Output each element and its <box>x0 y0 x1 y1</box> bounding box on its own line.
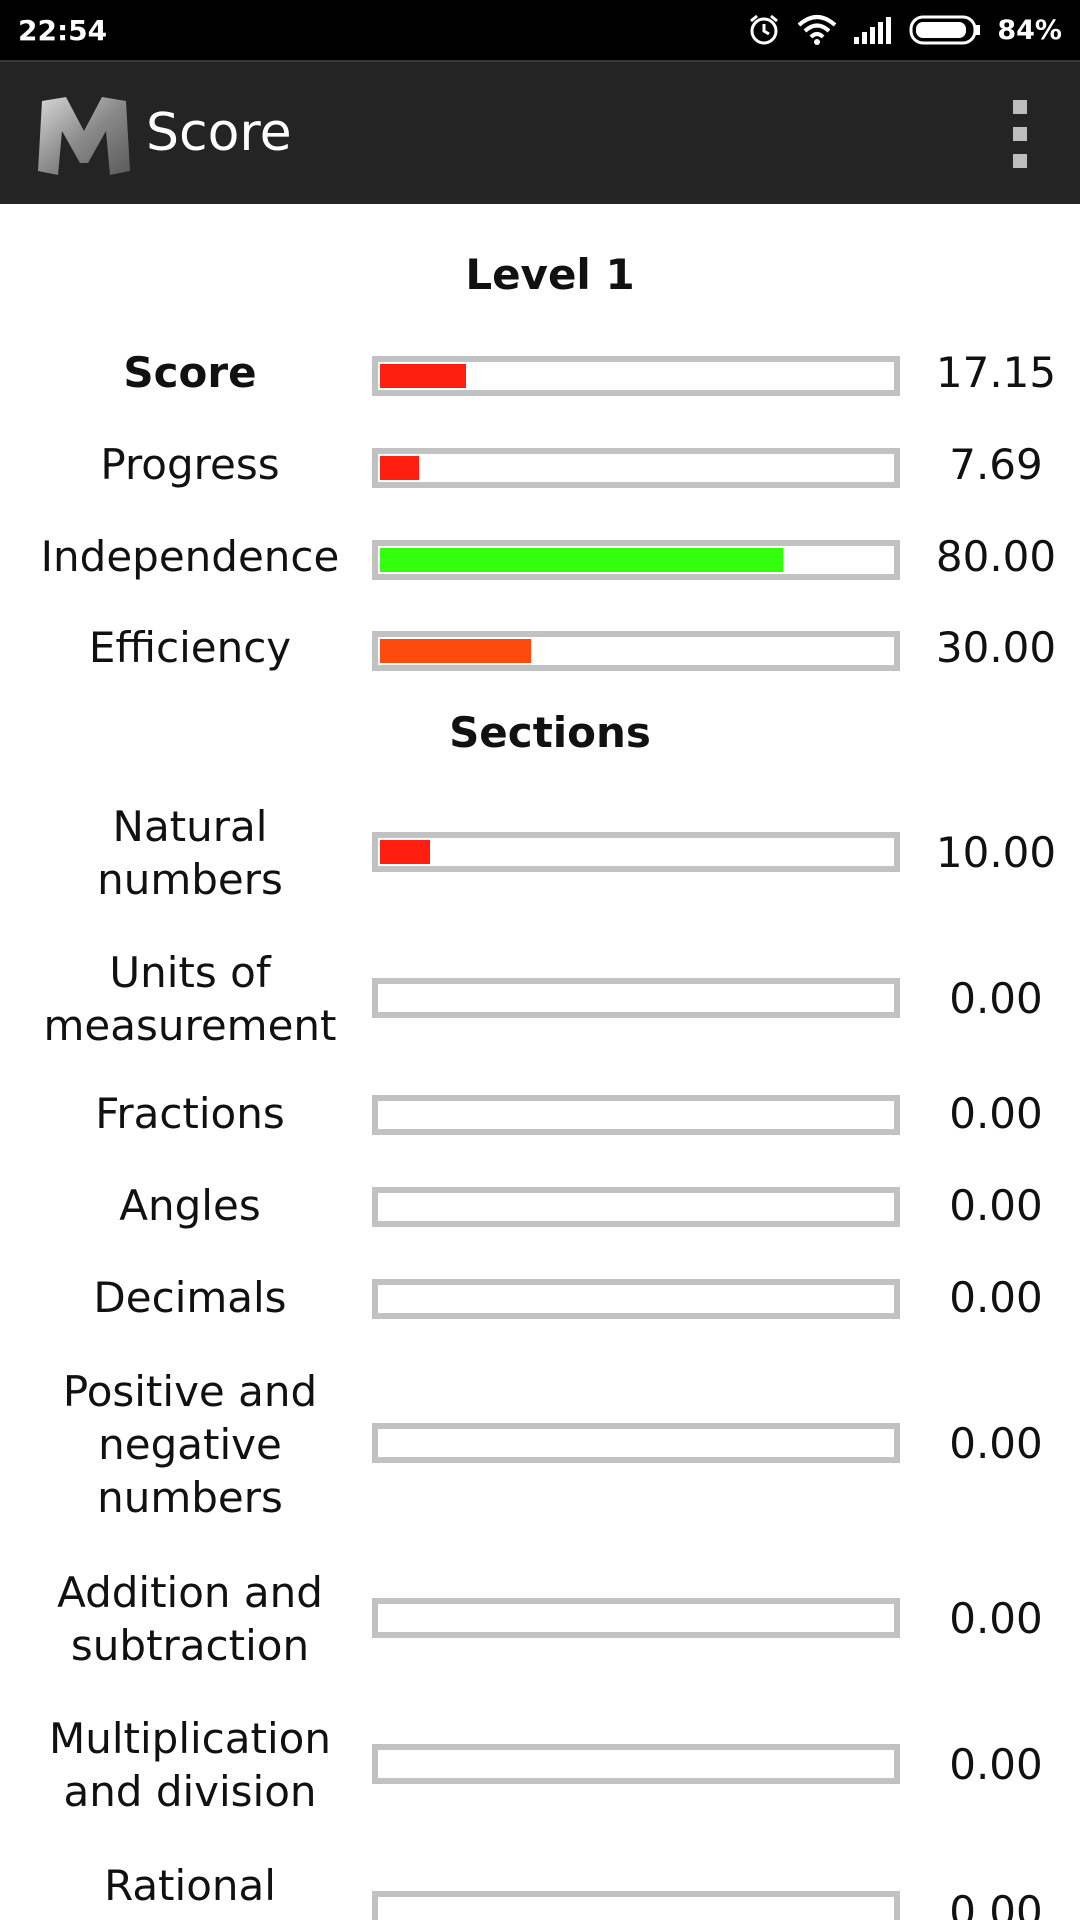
section-value: 0.00 <box>949 1089 1043 1138</box>
progress-bar <box>372 1598 900 1638</box>
progress-bar <box>372 540 900 580</box>
section-label: Positive and negative numbers <box>62 1367 318 1522</box>
section-label: Multiplication and division <box>49 1714 331 1816</box>
metric-value: 17.15 <box>935 348 1057 397</box>
metric-label: Efficiency <box>88 623 292 672</box>
section-label: Decimals <box>93 1273 287 1322</box>
progress-bar-fill <box>380 548 783 572</box>
metric-label: Independence <box>40 532 340 581</box>
section-value: 10.00 <box>935 828 1057 877</box>
section-label: Angles <box>119 1181 261 1230</box>
status-time: 22:54 <box>18 13 108 47</box>
progress-bar <box>372 1187 900 1227</box>
progress-bar <box>372 1891 900 1920</box>
section-label: Rational numbers <box>97 1861 283 1920</box>
alarm-icon <box>747 13 781 47</box>
metric-value: 80.00 <box>935 532 1057 581</box>
section-value: 0.00 <box>949 974 1043 1023</box>
progress-bar-fill <box>380 456 419 480</box>
metric-label: Score <box>123 348 257 397</box>
status-bar: 22:54 84% <box>0 0 1080 60</box>
battery-percent: 84% <box>997 14 1062 46</box>
app-logo-icon <box>38 97 130 175</box>
progress-bar-fill <box>380 639 531 663</box>
metric-value: 7.69 <box>949 440 1043 489</box>
section-label: Fractions <box>95 1089 285 1138</box>
section-value: 0.00 <box>949 1740 1043 1789</box>
section-value: 0.00 <box>949 1181 1043 1230</box>
progress-bar <box>372 1279 900 1319</box>
metric-label: Progress <box>100 440 280 489</box>
section-value: 0.00 <box>949 1273 1043 1322</box>
progress-bar <box>372 832 900 872</box>
progress-bar <box>372 1744 900 1784</box>
overflow-menu-icon[interactable] <box>1000 100 1040 168</box>
section-value: 0.00 <box>949 1594 1043 1643</box>
sections-heading: Sections <box>449 708 651 757</box>
status-icons: 84% <box>747 13 1062 47</box>
section-label: Natural numbers <box>97 802 283 904</box>
page-title: Score <box>146 103 292 163</box>
score-content: Level 1 Score 17.15 Progress 7.69 Indepe… <box>0 206 1080 1920</box>
progress-bar-fill <box>380 840 430 864</box>
progress-bar <box>372 356 900 396</box>
section-value: 0.00 <box>949 1887 1043 1920</box>
progress-bar-fill <box>380 364 466 388</box>
section-label: Addition and subtraction <box>57 1568 323 1670</box>
progress-bar <box>372 1095 900 1135</box>
progress-bar <box>372 448 900 488</box>
score-screen: 22:54 84% Score Level 1 Score 17.15 Prog… <box>0 0 1080 1920</box>
app-bar: Score <box>0 60 1080 204</box>
section-value: 0.00 <box>949 1419 1043 1468</box>
progress-bar <box>372 631 900 671</box>
metric-value: 30.00 <box>935 623 1057 672</box>
battery-icon <box>909 15 981 45</box>
section-label: Units of measurement <box>43 948 337 1050</box>
signal-icon <box>853 15 893 45</box>
progress-bar <box>372 978 900 1018</box>
wifi-icon <box>797 14 837 46</box>
progress-bar <box>372 1423 900 1463</box>
level-heading: Level 1 <box>465 250 635 299</box>
